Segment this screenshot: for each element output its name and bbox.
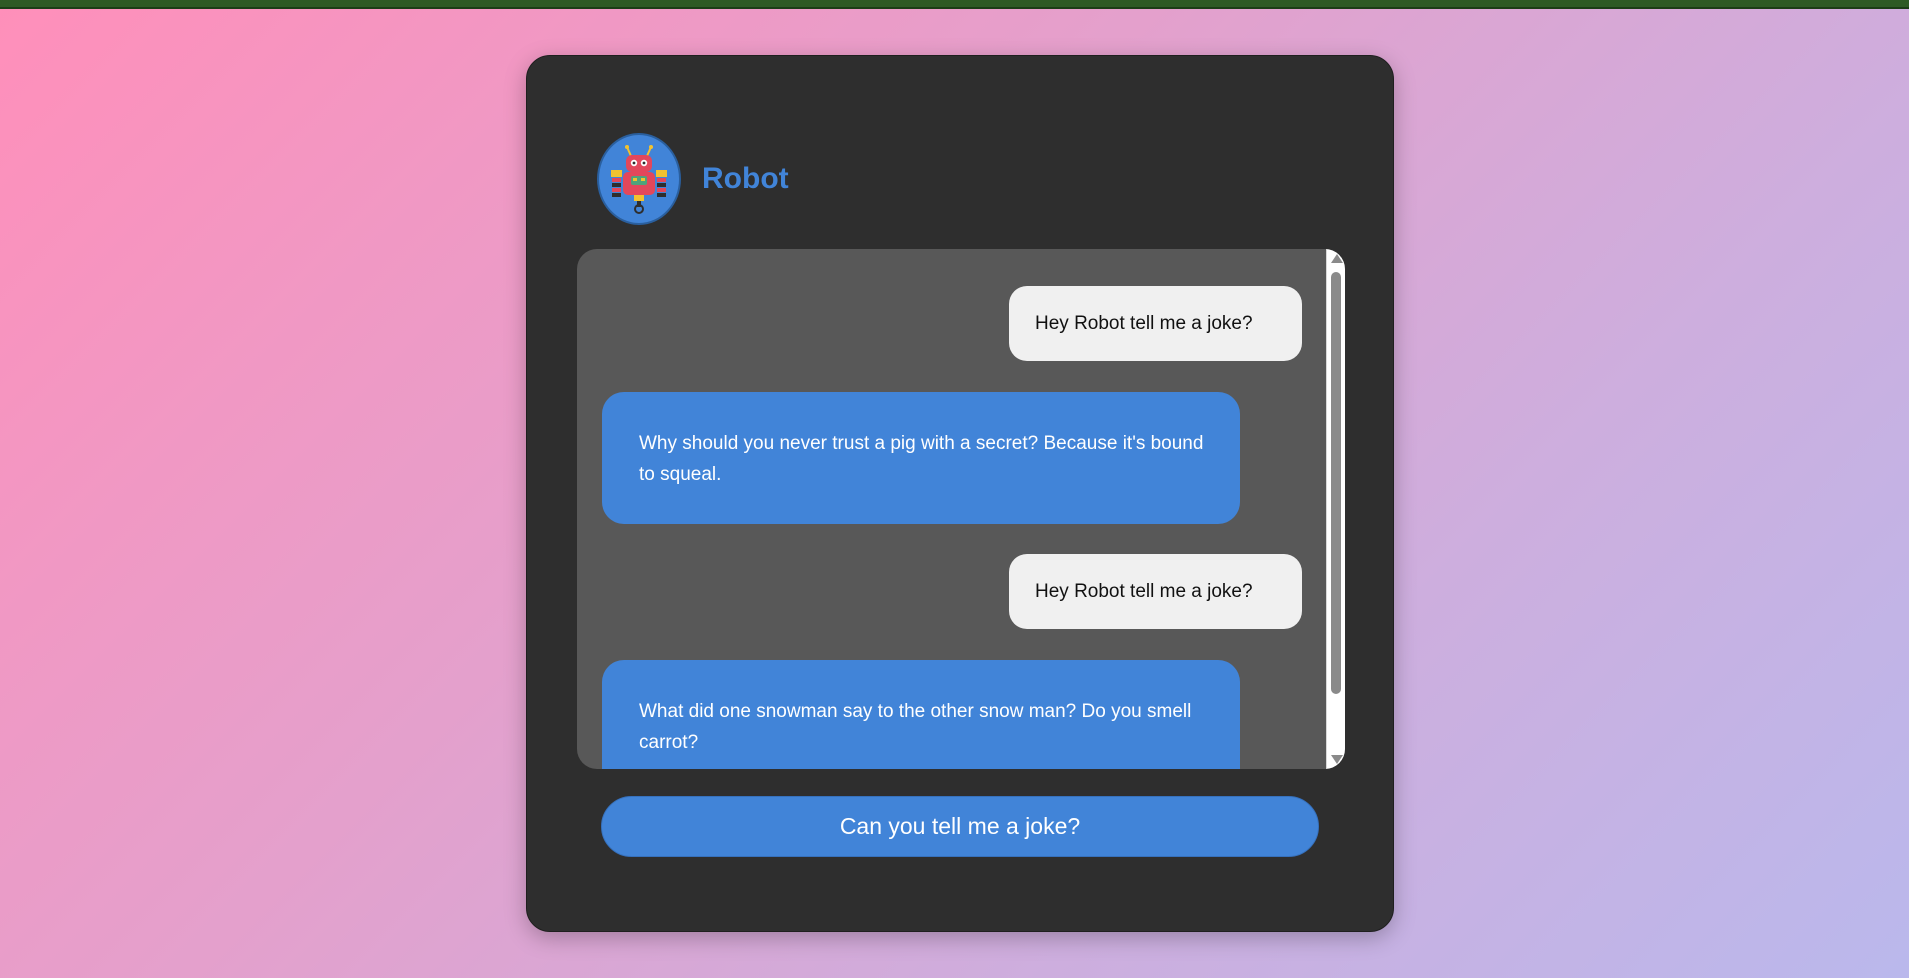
- user-message: Hey Robot tell me a joke?: [1009, 554, 1302, 629]
- robot-icon: [611, 145, 667, 214]
- tell-joke-button[interactable]: Can you tell me a joke?: [601, 796, 1319, 857]
- chat-header: Robot: [597, 133, 789, 225]
- scroll-up-arrow-icon[interactable]: [1331, 254, 1343, 263]
- chat-scrollbar[interactable]: [1326, 249, 1345, 769]
- robot-avatar: [597, 133, 681, 225]
- chat-card: Robot Hey Robot tell me a joke? Why shou…: [526, 55, 1394, 932]
- top-strip: [0, 0, 1909, 9]
- message-list[interactable]: Hey Robot tell me a joke? Why should you…: [577, 249, 1326, 769]
- scroll-down-arrow-icon[interactable]: [1331, 755, 1343, 764]
- scroll-thumb[interactable]: [1331, 272, 1341, 694]
- bot-message: What did one snowman say to the other sn…: [602, 660, 1240, 769]
- chat-area: Hey Robot tell me a joke? Why should you…: [577, 249, 1345, 769]
- bot-message: Why should you never trust a pig with a …: [602, 392, 1240, 524]
- user-message: Hey Robot tell me a joke?: [1009, 286, 1302, 361]
- robot-name: Robot: [702, 162, 789, 195]
